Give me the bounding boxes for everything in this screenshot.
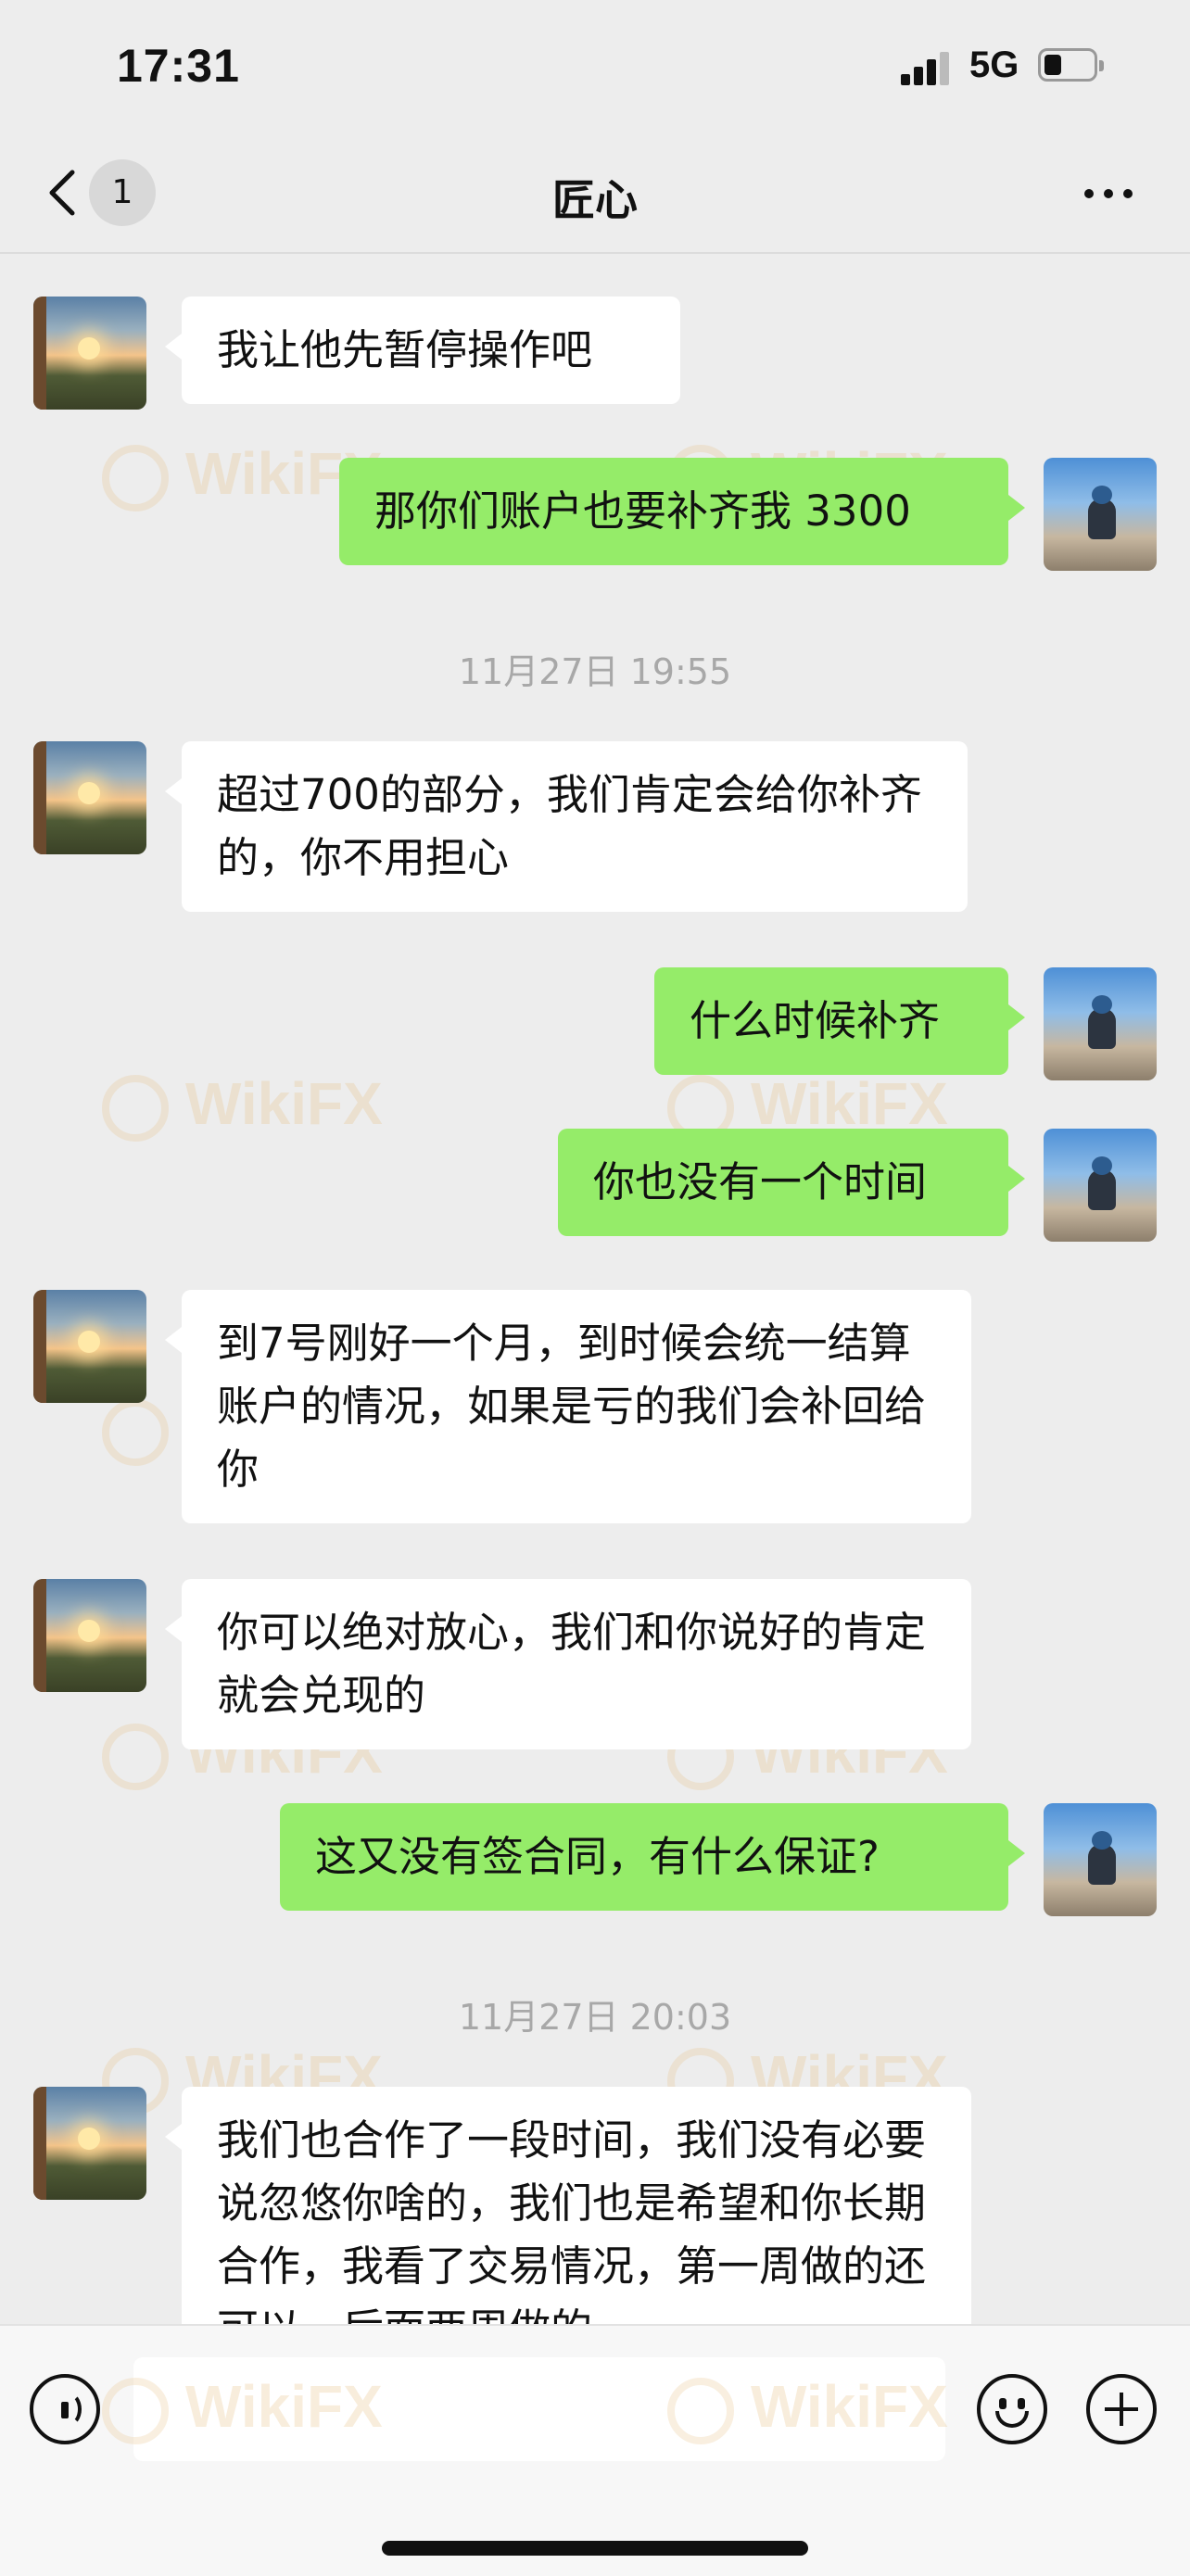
message-bubble-sent[interactable]: 什么时候补齐 — [654, 967, 1025, 1075]
more-dots-icon[interactable] — [1081, 180, 1136, 208]
avatar[interactable] — [33, 1579, 146, 1692]
avatar[interactable] — [1044, 967, 1157, 1080]
voice-icon[interactable] — [30, 2374, 100, 2444]
input-bar: WikiFX WikiFX — [0, 2324, 1190, 2576]
chat-title: 匠心 — [552, 175, 638, 225]
status-time: 17:31 — [117, 40, 240, 92]
message-bubble-sent[interactable]: 这又没有签合同，有什么保证? — [280, 1803, 1025, 1911]
signal-icon — [901, 52, 956, 85]
timestamp: 11月27日 20:03 — [458, 1997, 732, 2038]
message-bubble-received[interactable]: 到7号刚好一个月，到时候会统一结算账户的情况，如果是亏的我们会补回给你 — [165, 1290, 971, 1523]
message-list[interactable]: WikiFX WikiFX WikiFX WikiFX WikiFX WikiF… — [0, 254, 1190, 2324]
network-type: 5G — [969, 44, 1019, 85]
avatar[interactable] — [33, 741, 146, 854]
emoji-icon[interactable] — [977, 2374, 1047, 2444]
avatar[interactable] — [1044, 1129, 1157, 1242]
timestamp: 11月27日 19:55 — [458, 651, 732, 692]
message-input[interactable] — [133, 2357, 945, 2461]
avatar[interactable] — [33, 297, 146, 410]
avatar[interactable] — [33, 1290, 146, 1403]
status-bar: 17:31 5G — [0, 0, 1190, 139]
avatar[interactable] — [33, 2087, 146, 2200]
message-bubble-received[interactable]: 你可以绝对放心，我们和你说好的肯定就会兑现的 — [165, 1579, 971, 1749]
plus-icon[interactable] — [1086, 2374, 1157, 2444]
message-bubble-sent[interactable]: 那你们账户也要补齐我 3300 — [339, 458, 1025, 565]
battery-icon — [1038, 48, 1104, 82]
message-bubble-received[interactable]: 我们也合作了一段时间，我们没有必要说忽悠你啥的，我们也是希望和你长期合作，我看了… — [165, 2087, 971, 2324]
message-bubble-received[interactable]: 我让他先暂停操作吧 — [165, 297, 680, 404]
message-bubble-received[interactable]: 超过700的部分，我们肯定会给你补齐的，你不用担心 — [165, 741, 968, 912]
home-indicator — [382, 2541, 808, 2556]
avatar[interactable] — [1044, 1803, 1157, 1916]
message-bubble-sent[interactable]: 你也没有一个时间 — [558, 1129, 1025, 1236]
watermark: WikiFX — [102, 1069, 383, 1142]
chat-header: 1 匠心 — [0, 139, 1190, 254]
avatar[interactable] — [1044, 458, 1157, 571]
